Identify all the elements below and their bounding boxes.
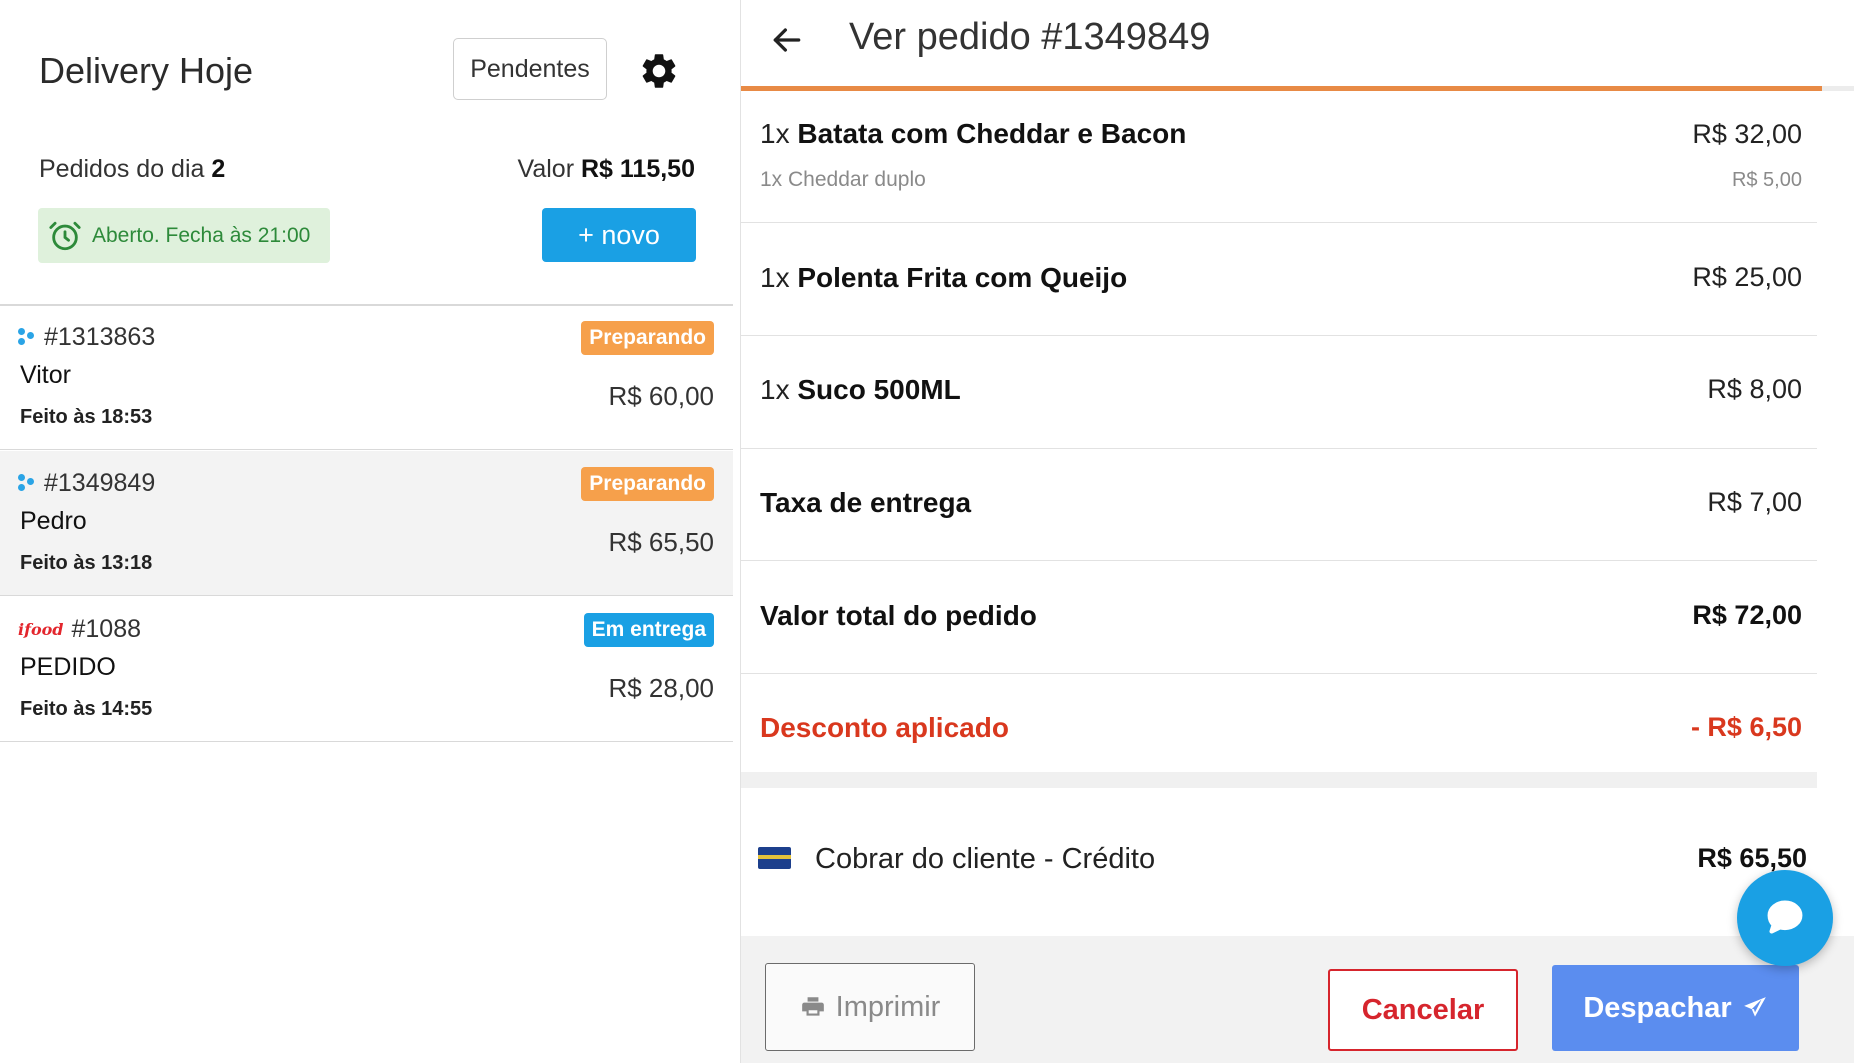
customer-name: Vitor — [20, 361, 71, 389]
delivery-fee-row: Taxa de entrega R$ 7,00 — [741, 449, 1817, 561]
order-time: Feito às 13:18 — [20, 552, 153, 574]
item-qty: 1x — [760, 262, 790, 293]
item-addon: 1x Cheddar duplo — [760, 168, 926, 191]
order-list-item-selected[interactable]: #1349849 Preparando Pedro R$ 65,50 Feito… — [0, 451, 733, 596]
delivery-fee-value: R$ 7,00 — [1707, 487, 1802, 517]
order-amount: R$ 60,00 — [608, 381, 714, 411]
status-badge: Preparando — [581, 467, 714, 501]
order-detail-panel: Ver pedido #1349849 1x Batata com Chedda… — [741, 0, 1854, 1063]
item-price: R$ 32,00 — [1692, 119, 1802, 149]
orders-of-day-count: 2 — [211, 155, 226, 183]
open-status-badge: Aberto. Fecha às 21:00 — [38, 208, 330, 263]
day-value-amount: R$ 115,50 — [581, 155, 695, 183]
item-name: Suco 500ML — [797, 374, 961, 405]
order-item-row: 1x Polenta Frita com Queijo R$ 25,00 — [741, 223, 1817, 336]
order-list-item[interactable]: #1313863 Preparando Vitor R$ 60,00 Feito… — [0, 305, 733, 450]
order-number: #1349849 — [18, 469, 155, 498]
cancel-button[interactable]: Cancelar — [1328, 969, 1518, 1051]
customer-name: Pedro — [20, 507, 87, 535]
action-footer: Imprimir Cancelar Despachar — [741, 936, 1854, 1063]
item-price: R$ 8,00 — [1707, 374, 1802, 404]
chat-bubble-icon — [1767, 900, 1803, 934]
dispatch-button-label: Despachar — [1583, 991, 1732, 1024]
delivery-fee-label: Taxa de entrega — [760, 487, 972, 518]
order-amount: R$ 65,50 — [608, 527, 714, 557]
discount-row: Desconto aplicado - R$ 6,50 — [741, 674, 1817, 772]
order-total-row: Valor total do pedido R$ 72,00 — [741, 561, 1817, 674]
order-total-value: R$ 72,00 — [1692, 600, 1802, 630]
orders-panel: Delivery Hoje Pendentes Pedidos do dia 2… — [0, 0, 741, 1063]
send-icon — [1743, 997, 1766, 1017]
chat-button[interactable] — [1737, 870, 1833, 966]
status-badge: Preparando — [581, 321, 714, 355]
ifood-logo-icon: ifood — [18, 619, 64, 639]
order-number: ifood #1088 — [18, 615, 141, 644]
alarm-clock-icon — [49, 221, 81, 250]
item-name: Polenta Frita com Queijo — [797, 262, 1128, 293]
open-status-text: Aberto. Fecha às 21:00 — [92, 223, 311, 247]
print-button[interactable]: Imprimir — [765, 963, 975, 1051]
item-qty: 1x — [760, 118, 790, 149]
order-time: Feito às 18:53 — [20, 406, 153, 428]
customer-name: PEDIDO — [20, 653, 116, 681]
pending-button[interactable]: Pendentes — [453, 38, 607, 100]
credit-card-icon — [758, 847, 791, 869]
discount-value: - R$ 6,50 — [1690, 712, 1802, 742]
app-source-icon — [18, 327, 36, 349]
order-detail-header: Ver pedido #1349849 — [741, 0, 1854, 90]
item-label: 1x Suco 500ML — [760, 374, 961, 406]
order-amount: R$ 28,00 — [608, 673, 714, 703]
new-order-button[interactable]: + novo — [542, 208, 696, 262]
dispatch-button[interactable]: Despachar — [1552, 965, 1799, 1051]
section-divider — [741, 772, 1817, 788]
order-time: Feito às 14:55 — [20, 698, 153, 720]
item-price: R$ 25,00 — [1692, 262, 1802, 292]
day-value-label: Valor — [517, 155, 575, 183]
printer-icon — [801, 997, 824, 1016]
order-number-text: #1088 — [71, 615, 142, 643]
order-detail-title: Ver pedido #1349849 — [849, 16, 1211, 58]
order-number-text: #1313863 — [44, 323, 156, 351]
back-arrow-icon[interactable] — [767, 20, 807, 60]
item-addon-price: R$ 5,00 — [1731, 169, 1802, 191]
gear-icon[interactable] — [638, 50, 680, 92]
item-name: Batata com Cheddar e Bacon — [797, 118, 1187, 149]
status-badge: Em entrega — [583, 613, 714, 647]
orders-of-day: Pedidos do dia 2 — [39, 155, 225, 184]
orders-panel-header: Delivery Hoje Pendentes Pedidos do dia 2… — [0, 0, 741, 305]
payment-row: Cobrar do cliente - Crédito R$ 65,50 — [741, 788, 1817, 936]
day-value: Valor R$ 115,50 — [518, 155, 695, 184]
item-qty: 1x — [760, 374, 790, 405]
order-number: #1313863 — [18, 323, 155, 352]
scroll-shadow — [1822, 86, 1854, 91]
item-label: 1x Polenta Frita com Queijo — [760, 262, 1127, 294]
print-button-label: Imprimir — [835, 990, 941, 1023]
item-label: 1x Batata com Cheddar e Bacon — [760, 118, 1186, 150]
page-title: Delivery Hoje — [39, 50, 254, 91]
discount-label: Desconto aplicado — [760, 712, 1009, 743]
payment-label: Cobrar do cliente - Crédito — [815, 843, 1156, 875]
order-item-row: 1x Suco 500ML R$ 8,00 — [741, 336, 1817, 449]
order-number-text: #1349849 — [44, 469, 156, 497]
app-source-icon — [18, 473, 36, 495]
order-list-item[interactable]: ifood #1088 Em entrega PEDIDO R$ 28,00 F… — [0, 597, 733, 742]
orders-of-day-label: Pedidos do dia — [39, 155, 205, 183]
order-total-label: Valor total do pedido — [760, 600, 1037, 631]
order-item-row: 1x Batata com Cheddar e Bacon R$ 32,00 1… — [741, 91, 1817, 223]
